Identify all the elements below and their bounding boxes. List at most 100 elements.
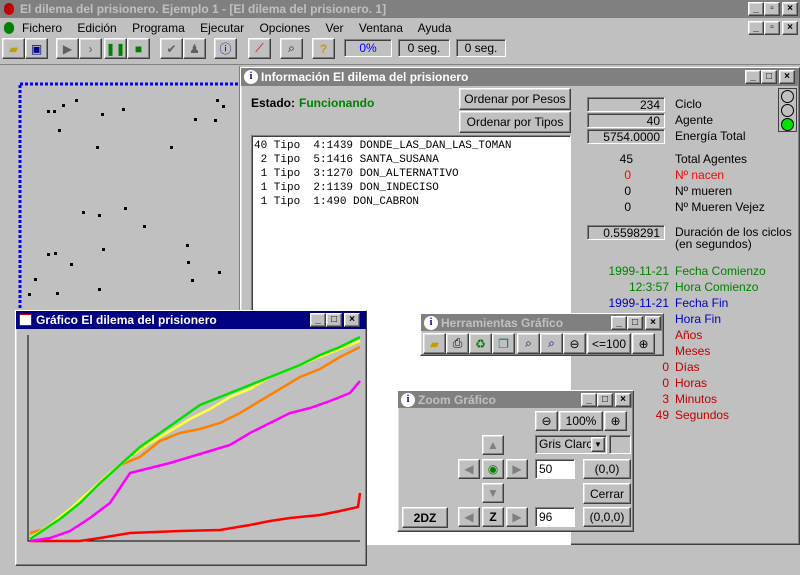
chart-icon[interactable]: ⟋ bbox=[248, 38, 271, 59]
agent-dot bbox=[187, 261, 190, 264]
sort-by-weight-button[interactable]: Ordenar por Pesos bbox=[459, 88, 571, 110]
time-field-1: 0 seg. bbox=[398, 39, 450, 57]
chart-close-icon[interactable]: × bbox=[344, 313, 360, 327]
total-agentes-label: Total Agentes bbox=[675, 152, 748, 166]
sort-by-type-button[interactable]: Ordenar por Tipos bbox=[459, 111, 571, 133]
chevron-down-icon[interactable]: ▼ bbox=[591, 437, 605, 452]
list-item[interactable]: 1 Tipo 2:1139 DON_INDECISO bbox=[254, 181, 568, 195]
open-folder-icon[interactable]: ▰ bbox=[423, 333, 446, 354]
zoom-2dz-button[interactable]: 2DZ bbox=[402, 507, 448, 528]
menu-ver[interactable]: Ver bbox=[326, 21, 344, 35]
green-series bbox=[29, 335, 361, 541]
agent-dot bbox=[98, 288, 101, 291]
recycle-icon[interactable]: ♻ bbox=[469, 333, 492, 354]
agent-dot bbox=[218, 271, 221, 274]
zoom-maximize-icon[interactable]: □ bbox=[597, 393, 613, 407]
chart-maximize-icon[interactable]: □ bbox=[326, 313, 342, 327]
tools-close-icon[interactable]: × bbox=[645, 316, 661, 330]
step-icon[interactable]: › bbox=[79, 38, 102, 59]
estado-label: Estado: bbox=[251, 96, 296, 110]
zoom-window-title: Zoom Gráfico bbox=[418, 393, 497, 407]
menu-fichero[interactable]: Fichero bbox=[22, 21, 62, 35]
save-icon[interactable]: ▣ bbox=[25, 38, 48, 59]
segundos-label: Segundos bbox=[675, 408, 730, 422]
copy-icon[interactable]: ❐ bbox=[492, 333, 515, 354]
zoom-out-icon[interactable]: ⊖ bbox=[563, 333, 586, 354]
zoom-field-2[interactable]: 96 bbox=[535, 507, 575, 527]
doc-restore-icon[interactable]: ▫ bbox=[764, 21, 780, 35]
z-button[interactable]: Z bbox=[482, 507, 504, 527]
close-zoom-button[interactable]: Cerrar bbox=[583, 483, 631, 504]
duracion-value: 0.5598291 bbox=[587, 225, 665, 240]
coord-2d-button[interactable]: (0,0) bbox=[583, 459, 631, 479]
arrow-right-icon[interactable]: ▶ bbox=[506, 459, 528, 479]
total-agentes-value: 45 bbox=[619, 152, 633, 166]
menu-ejecutar[interactable]: Ejecutar bbox=[200, 21, 244, 35]
chart-tools-title: Herramientas Gráfico bbox=[441, 316, 564, 330]
tools-minimize-icon[interactable]: _ bbox=[611, 316, 627, 330]
play-icon[interactable]: ▶ bbox=[56, 38, 79, 59]
menu-ayuda[interactable]: Ayuda bbox=[418, 21, 452, 35]
doc-minimize-icon[interactable]: _ bbox=[748, 21, 764, 35]
stop-icon[interactable]: ■ bbox=[127, 38, 150, 59]
print-icon[interactable]: ⎙ bbox=[446, 333, 469, 354]
energia-value: 5754.0000 bbox=[587, 129, 665, 144]
info-icon[interactable]: ⓘ bbox=[214, 38, 237, 59]
zoom-close-icon[interactable]: × bbox=[615, 393, 631, 407]
zoom-area-icon[interactable]: ⌕ bbox=[517, 333, 540, 354]
color-select[interactable]: Gris Claro ▼ bbox=[535, 435, 607, 454]
chart-window: Gráfico El dilema del prisionero _ □ × bbox=[15, 310, 367, 566]
coord-3d-button[interactable]: (0,0,0) bbox=[583, 507, 631, 527]
horas-value: 0 bbox=[662, 376, 669, 390]
center-icon[interactable]: ◉ bbox=[482, 459, 504, 479]
chart-minimize-icon[interactable]: _ bbox=[310, 313, 326, 327]
open-folder-icon[interactable]: ▰ bbox=[2, 38, 25, 59]
zoom-in-icon[interactable]: ⊕ bbox=[604, 411, 627, 431]
zoom-icon[interactable]: ⌕ bbox=[280, 38, 303, 59]
doc-close-icon[interactable]: × bbox=[782, 21, 798, 35]
color-preview bbox=[609, 435, 631, 454]
minutos-label: Minutos bbox=[675, 392, 718, 406]
menu-edicion[interactable]: Edición bbox=[77, 21, 116, 35]
agent-dot bbox=[62, 104, 65, 107]
evolution-chart bbox=[27, 335, 362, 543]
agent-dot bbox=[28, 293, 31, 296]
zoom-in-icon[interactable]: ⊕ bbox=[632, 333, 655, 354]
list-item[interactable]: 1 Tipo 3:1270 DON_ALTERNATIVO bbox=[254, 167, 568, 181]
minimize-icon[interactable]: _ bbox=[748, 2, 764, 16]
ciclo-value: 234 bbox=[587, 97, 665, 112]
fecha-fin-value: 1999-11-21 bbox=[608, 296, 670, 310]
list-item[interactable]: 2 Tipo 5:1416 SANTA_SUSANA bbox=[254, 153, 568, 167]
arrow-left-icon[interactable]: ◀ bbox=[458, 459, 480, 479]
agent-icon[interactable]: ♟ bbox=[183, 38, 206, 59]
zoom-percent: 100% bbox=[559, 411, 603, 431]
zoom-field-1[interactable]: 50 bbox=[535, 459, 575, 479]
menu-ventana[interactable]: Ventana bbox=[359, 21, 403, 35]
menu-programa[interactable]: Programa bbox=[132, 21, 185, 35]
list-item[interactable]: 40 Tipo 4:1439 DONDE_LAS_DAN_LAS_TOMAN bbox=[254, 139, 568, 153]
info-close-icon[interactable]: × bbox=[779, 70, 795, 84]
yellow-series bbox=[29, 339, 361, 540]
progress-field: 0% bbox=[344, 39, 392, 57]
pause-icon[interactable]: ❚❚ bbox=[104, 38, 127, 59]
arrow-up-icon[interactable]: ▲ bbox=[482, 435, 504, 455]
menu-opciones[interactable]: Opciones bbox=[259, 21, 310, 35]
check-icon[interactable]: ✔ bbox=[160, 38, 183, 59]
info-minimize-icon[interactable]: _ bbox=[745, 70, 761, 84]
agent-dot bbox=[143, 225, 146, 228]
info-maximize-icon[interactable]: □ bbox=[761, 70, 777, 84]
zoom-icon[interactable]: ⌕ bbox=[540, 333, 563, 354]
arrow-down-icon[interactable]: ▼ bbox=[482, 483, 504, 503]
close-icon[interactable]: × bbox=[782, 2, 798, 16]
zoom-out-icon[interactable]: ⊖ bbox=[535, 411, 558, 431]
help-icon[interactable]: ? bbox=[312, 38, 335, 59]
restore-icon[interactable]: ▫ bbox=[764, 2, 780, 16]
orange-series bbox=[29, 345, 361, 535]
z-left-icon[interactable]: ◀ bbox=[458, 507, 480, 527]
z-right-icon[interactable]: ▶ bbox=[506, 507, 528, 527]
agent-dot bbox=[170, 146, 173, 149]
last-100-button[interactable]: <=100 bbox=[587, 333, 631, 354]
list-item[interactable]: 1 Tipo 1:490 DON_CABRON bbox=[254, 195, 568, 209]
tools-maximize-icon[interactable]: □ bbox=[627, 316, 643, 330]
zoom-minimize-icon[interactable]: _ bbox=[581, 393, 597, 407]
